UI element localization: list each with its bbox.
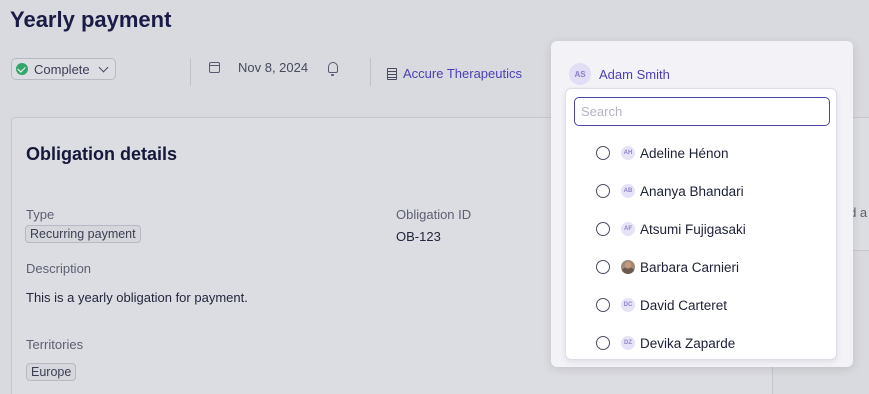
due-date-label: Nov 8, 2024: [238, 60, 309, 75]
option-label: David Carteret: [640, 297, 728, 313]
due-date[interactable]: Nov 8, 2024: [209, 60, 339, 76]
selected-owner-name: Adam Smith: [599, 66, 670, 82]
option-label: Adeline Hénon: [640, 145, 729, 161]
radio-button[interactable]: [596, 298, 610, 312]
owner-dropdown: AH Adeline Hénon AB Ananya Bhandari AF A…: [565, 88, 837, 360]
radio-button[interactable]: [596, 260, 610, 274]
divider: [370, 58, 371, 86]
option-label: Atsumi Fujigasaki: [640, 221, 746, 237]
obligation-id-value: OB-123: [396, 229, 441, 244]
avatar: AH: [621, 146, 635, 160]
description-value: This is a yearly obligation for payment.: [26, 290, 248, 305]
radio-button[interactable]: [596, 184, 610, 198]
card-title: Obligation details: [26, 144, 178, 164]
search-input[interactable]: [574, 97, 830, 126]
list-item[interactable]: AH Adeline Hénon: [596, 143, 729, 163]
option-label: Ananya Bhandari: [640, 183, 744, 199]
radio-button[interactable]: [596, 146, 610, 160]
list-item[interactable]: Barbara Carnieri: [596, 257, 739, 277]
avatar: AB: [621, 184, 635, 198]
avatar-photo: [621, 260, 635, 274]
description-label: Description: [26, 261, 92, 276]
list-item[interactable]: AB Ananya Bhandari: [596, 181, 744, 201]
avatar: DZ: [621, 336, 635, 350]
check-circle-icon: [16, 63, 28, 75]
type-label: Type: [26, 207, 55, 222]
list-item[interactable]: DZ Devika Zaparde: [596, 333, 735, 353]
type-tag: Recurring payment: [25, 225, 141, 243]
radio-button[interactable]: [596, 222, 610, 236]
obligation-id-label: Obligation ID: [396, 207, 472, 222]
owner-popover: AS Adam Smith AH Adeline Hénon AB Ananya…: [551, 41, 853, 367]
option-label: Barbara Carnieri: [640, 259, 740, 275]
territory-tag: Europe: [26, 363, 77, 381]
bell-icon[interactable]: [328, 62, 339, 76]
list-item[interactable]: AF Atsumi Fujigasaki: [596, 219, 746, 239]
company-link[interactable]: Accure Therapeutics: [387, 66, 522, 81]
status-dropdown[interactable]: Complete: [11, 58, 116, 80]
selected-owner[interactable]: AS Adam Smith: [569, 63, 670, 85]
calendar-icon: [209, 62, 220, 73]
avatar: AF: [621, 222, 635, 236]
page-title: Yearly payment: [10, 7, 172, 32]
option-label: Devika Zaparde: [640, 335, 736, 351]
territories-label: Territories: [26, 337, 84, 352]
status-label: Complete: [34, 61, 90, 77]
avatar: AS: [569, 63, 591, 85]
chevron-down-icon: [98, 62, 109, 72]
radio-button[interactable]: [596, 336, 610, 350]
divider: [190, 58, 191, 86]
building-icon: [387, 67, 397, 80]
company-name[interactable]: Accure Therapeutics: [403, 66, 522, 81]
avatar: DC: [621, 298, 635, 312]
list-item[interactable]: DC David Carteret: [596, 295, 727, 315]
